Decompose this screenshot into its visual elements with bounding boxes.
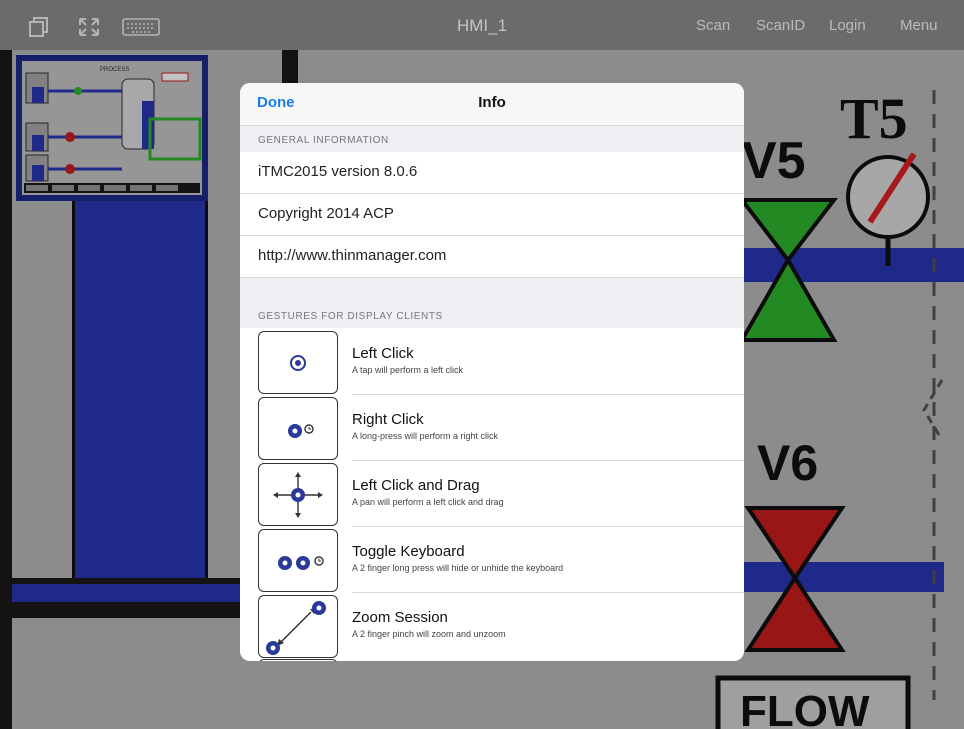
two-finger-long-press-icon	[258, 529, 338, 592]
gesture-zoom-session: Zoom Session A 2 finger pinch will zoom …	[240, 593, 744, 658]
info-dialog: Done Info GENERAL INFORMATION iTMC2015 v…	[240, 83, 744, 661]
info-text: Copyright 2014 ACP	[258, 205, 394, 222]
website-link[interactable]: http://www.thinmanager.com	[258, 247, 446, 264]
gesture-left-click-drag: Left Click and Drag A pan will perform a…	[240, 461, 744, 526]
gesture-title: Left Click and Drag	[352, 477, 480, 494]
section-header: GENERAL INFORMATION	[240, 126, 744, 152]
tap-gesture-icon	[258, 331, 338, 394]
next-gesture-icon	[258, 659, 338, 661]
section-header: GESTURES FOR DISPLAY CLIENTS	[240, 278, 744, 328]
gesture-description: A 2 finger pinch will zoom and unzoom	[352, 629, 506, 639]
dialog-navbar: Done Info	[240, 83, 744, 126]
gesture-description: A tap will perform a left click	[352, 365, 464, 375]
gesture-left-click: Left Click A tap will perform a left cli…	[240, 329, 744, 394]
gesture-toggle-keyboard: Toggle Keyboard A 2 finger long press wi…	[240, 527, 744, 592]
info-row-website[interactable]: http://www.thinmanager.com	[240, 236, 744, 278]
gesture-title: Left Click	[352, 345, 414, 362]
long-press-gesture-icon	[258, 397, 338, 460]
gesture-title: Zoom Session	[352, 609, 448, 626]
dialog-title: Info	[478, 94, 506, 111]
gesture-right-click: Right Click A long-press will perform a …	[240, 395, 744, 460]
pinch-gesture-icon	[258, 595, 338, 658]
info-row-version: iTMC2015 version 8.0.6	[240, 152, 744, 194]
info-row-copyright: Copyright 2014 ACP	[240, 194, 744, 236]
gesture-description: A long-press will perform a right click	[352, 431, 499, 441]
info-text: iTMC2015 version 8.0.6	[258, 163, 418, 180]
gesture-description: A pan will perform a left click and drag	[352, 497, 504, 507]
gesture-title: Right Click	[352, 411, 424, 428]
gesture-description: A 2 finger long press will hide or unhid…	[352, 563, 564, 573]
gestures-header: GESTURES FOR DISPLAY CLIENTS	[258, 311, 443, 322]
app-frame: HMI_1 Scan ScanID Login Menu V5 T5 V6 FL…	[0, 0, 964, 729]
general-information-header: GENERAL INFORMATION	[258, 135, 389, 146]
pan-gesture-icon	[258, 463, 338, 526]
gesture-title: Toggle Keyboard	[352, 543, 465, 560]
